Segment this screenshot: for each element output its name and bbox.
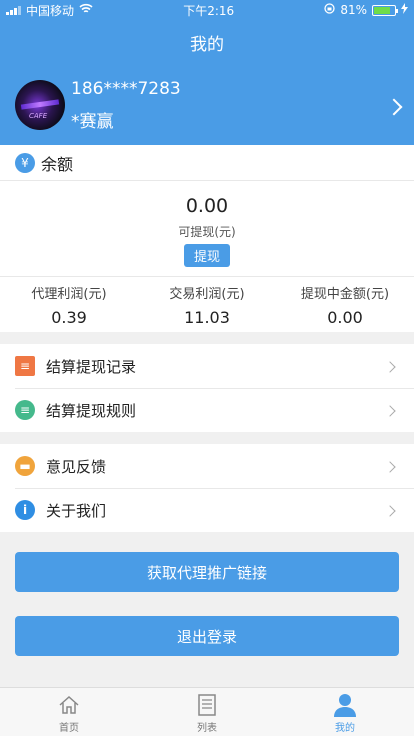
battery-percent: 81% xyxy=(340,3,367,17)
document-icon: ≡ xyxy=(15,356,35,376)
available-label: 可提现(元) xyxy=(178,225,236,239)
settlement-menu: ≡ 结算提现记录 ≡ 结算提现规则 xyxy=(0,344,414,432)
chevron-right-icon xyxy=(384,501,396,519)
home-icon xyxy=(57,693,81,717)
stat-withdrawing: 提现中金额(元) 0.00 xyxy=(276,277,414,332)
tab-label: 首页 xyxy=(59,723,79,734)
withdraw-button[interactable]: 提现 xyxy=(183,244,230,267)
stat-label: 交易利润(元) xyxy=(169,287,245,302)
menu-item-feedback[interactable]: ▬ 意见反馈 xyxy=(0,444,414,488)
feedback-icon: ▬ xyxy=(15,456,35,476)
rotation-lock-icon xyxy=(324,3,335,17)
list-icon xyxy=(195,693,219,717)
chevron-right-icon xyxy=(385,94,403,119)
chevron-right-icon xyxy=(384,457,396,475)
chevron-right-icon xyxy=(384,357,396,375)
stat-label: 提现中金额(元) xyxy=(300,287,390,302)
battery-icon xyxy=(371,4,398,16)
get-referral-link-button[interactable]: 获取代理推广链接 xyxy=(15,552,399,592)
stat-trade-profit: 交易利润(元) 11.03 xyxy=(138,277,276,332)
tab-bar: 首页 列表 我的 xyxy=(0,687,414,736)
stat-value: 11.03 xyxy=(184,308,230,327)
chevron-right-icon xyxy=(384,401,396,419)
menu-item-withdraw-rules[interactable]: ≡ 结算提现规则 xyxy=(0,388,414,432)
profile-phone: 186****7283 xyxy=(71,79,181,99)
tab-list[interactable]: 列表 xyxy=(138,688,276,736)
menu-item-label: 结算提现记录 xyxy=(46,357,137,376)
tab-mine[interactable]: 我的 xyxy=(276,688,414,736)
tab-label: 我的 xyxy=(335,723,355,734)
balance-amount: 0.00 xyxy=(185,195,229,217)
status-bar: 中国移动 下午2:16 81% xyxy=(0,0,414,20)
balance-title: 余额 xyxy=(41,154,74,174)
header-area: 中国移动 下午2:16 81% 我的 CAFE 186****7283 *赛赢 xyxy=(0,0,414,145)
about-menu: ▬ 意见反馈 i 关于我们 xyxy=(0,444,414,532)
avatar-logo-text: CAFE xyxy=(29,111,48,120)
tab-label: 列表 xyxy=(197,723,217,734)
signal-icon xyxy=(6,5,21,15)
menu-item-label: 结算提现规则 xyxy=(46,401,137,420)
menu-item-about[interactable]: i 关于我们 xyxy=(0,488,414,532)
stats-row: 代理利润(元) 0.39 交易利润(元) 11.03 提现中金额(元) 0.00 xyxy=(0,277,414,332)
profile-row[interactable]: CAFE 186****7283 *赛赢 xyxy=(0,64,414,145)
user-icon xyxy=(333,693,357,717)
profile-name: *赛赢 xyxy=(71,112,114,132)
rules-icon: ≡ xyxy=(15,400,35,420)
charging-icon xyxy=(400,3,408,17)
balance-card: ¥ 余额 0.00 可提现(元) 提现 代理利润(元) 0.39 交易利润(元)… xyxy=(0,145,414,332)
menu-item-label: 关于我们 xyxy=(46,501,107,520)
menu-item-label: 意见反馈 xyxy=(46,457,107,476)
stat-value: 0.00 xyxy=(327,308,363,327)
carrier: 中国移动 xyxy=(26,3,75,18)
tab-home[interactable]: 首页 xyxy=(0,688,138,736)
navbar: 我的 xyxy=(0,20,414,64)
logout-button[interactable]: 退出登录 xyxy=(15,616,399,656)
stat-value: 0.39 xyxy=(51,308,87,327)
stat-agent-profit: 代理利润(元) 0.39 xyxy=(0,277,138,332)
avatar[interactable]: CAFE xyxy=(15,79,65,130)
stat-label: 代理利润(元) xyxy=(31,287,107,302)
menu-item-withdraw-records[interactable]: ≡ 结算提现记录 xyxy=(0,344,414,388)
info-icon: i xyxy=(15,500,35,520)
page-title: 我的 xyxy=(190,34,224,55)
wifi-icon xyxy=(79,3,93,17)
status-time: 下午2:16 xyxy=(183,3,235,18)
yen-icon: ¥ xyxy=(15,152,35,173)
